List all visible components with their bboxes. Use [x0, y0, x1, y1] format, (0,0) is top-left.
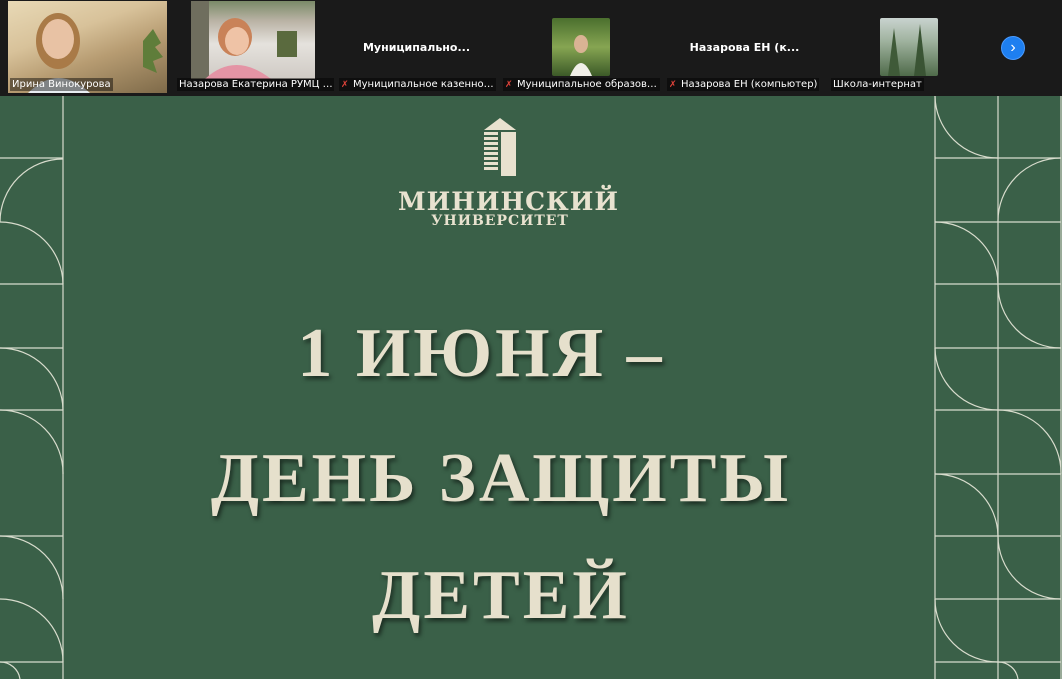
- participant-tile-4[interactable]: ✗ Муниципальное образователь...: [501, 1, 660, 93]
- logo-line-1: МИНИНСКИЙ: [398, 187, 620, 216]
- mic-muted-icon: ✗: [341, 80, 349, 90]
- participant-name: Ирина Винокурова: [10, 78, 113, 91]
- participant-name: ✗ Муниципальное казенное обра...: [339, 78, 496, 91]
- mic-muted-icon: ✗: [669, 80, 677, 90]
- slide-title-line-2: ДЕНЬ ЗАЩИТЫ: [210, 440, 792, 517]
- slide-title-line-1: 1 ИЮНЯ –: [297, 315, 665, 392]
- participant-name-text: Муниципальное казенное обра...: [353, 79, 496, 90]
- participant-name-text: Муниципальное образователь...: [517, 79, 660, 90]
- slide-title-line-3: ДЕТЕЙ: [372, 557, 630, 634]
- participant-display-name: Назарова ЕН (к...: [689, 41, 800, 54]
- participant-display-name: Муниципально...: [362, 41, 470, 54]
- participant-name-text: Назарова ЕН (компьютер): [681, 79, 818, 90]
- participant-video: [191, 1, 315, 79]
- participant-name: Назарова Екатерина РУМЦ Минин...: [177, 78, 334, 91]
- chevron-right-icon[interactable]: ›: [1001, 36, 1025, 60]
- participant-tile-5[interactable]: Назарова ЕН (к... ✗ Назарова ЕН (компьюте…: [665, 1, 824, 93]
- participant-tile-3[interactable]: Муниципально... ✗ Муниципальное казенное …: [337, 1, 496, 93]
- participant-avatar: [552, 18, 610, 76]
- participant-tile-6[interactable]: Школа-интернат: [829, 1, 988, 93]
- participant-tile-2[interactable]: Назарова Екатерина РУМЦ Минин...: [175, 1, 334, 93]
- presentation-slide: МИНИНСКИЙ УНИВЕРСИТЕТ 1 ИЮНЯ – ДЕНЬ ЗАЩИ…: [0, 96, 1062, 679]
- university-logo: МИНИНСКИЙ УНИВЕРСИТЕТ: [398, 118, 620, 229]
- participant-name: ✗ Назарова ЕН (компьютер): [667, 78, 820, 91]
- participant-name: Школа-интернат: [831, 78, 924, 91]
- mic-muted-icon: ✗: [505, 80, 513, 90]
- participant-strip: Ирина Винокурова Назарова Екатерина РУМЦ…: [0, 0, 1062, 96]
- participant-tile-1[interactable]: Ирина Винокурова: [8, 1, 167, 93]
- participant-avatar: [880, 18, 938, 76]
- tower-logo-icon: [484, 118, 516, 176]
- participant-name: ✗ Муниципальное образователь...: [503, 78, 660, 91]
